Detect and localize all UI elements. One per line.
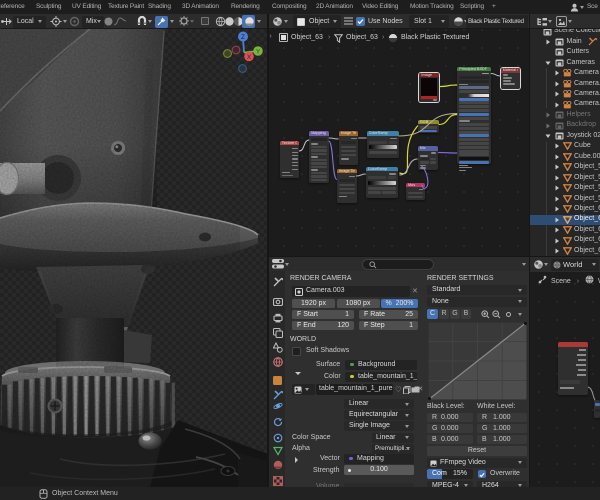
svg-text:Y: Y: [256, 49, 261, 56]
svg-text:X: X: [247, 54, 252, 61]
svg-text:Z: Z: [241, 34, 245, 41]
